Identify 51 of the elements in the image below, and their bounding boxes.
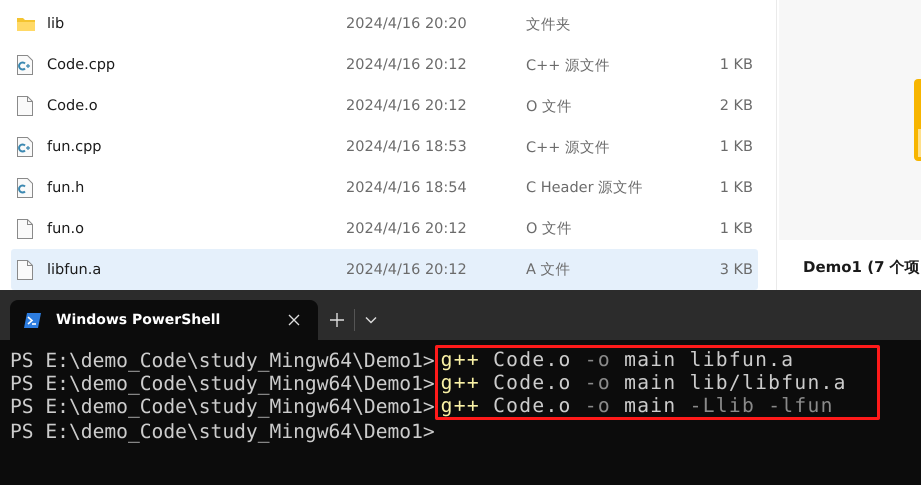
cpp-file-icon	[17, 55, 33, 76]
powershell-icon	[24, 312, 41, 328]
file-icon	[17, 218, 33, 239]
file-date: 2024/4/16 20:20	[346, 16, 468, 32]
file-size: 3 KB	[718, 262, 754, 278]
file-row[interactable]: fun.cpp 2024/4/16 18:53 C++ 源文件 1 KB	[11, 126, 758, 168]
tab-title: Windows PowerShell	[56, 312, 222, 328]
terminal-tab[interactable]: Windows PowerShell	[10, 300, 318, 340]
file-type: 文件夹	[526, 16, 572, 34]
file-date: 2024/4/16 20:12	[346, 57, 468, 74]
cpp-file-icon	[17, 137, 33, 157]
file-type: O 文件	[526, 220, 574, 238]
file-row[interactable]: Code.cpp 2024/4/16 20:12 C++ 源文件 1 KB	[11, 44, 758, 86]
command-text: g++ Code.o -o main -Llib -lfun	[440, 394, 835, 417]
prompt-text: PS E:\demo_Code\study_Mingw64\Demo1>	[10, 395, 435, 418]
file-size: 1 KB	[718, 180, 754, 196]
file-name: fun.o	[47, 220, 85, 237]
prompt-text: PS E:\demo_Code\study_Mingw64\Demo1>	[10, 420, 435, 443]
file-name: libfun.a	[47, 262, 102, 278]
file-row[interactable]: fun.o 2024/4/16 20:12 O 文件 1 KB	[11, 208, 758, 250]
file-icon	[17, 96, 33, 116]
file-name: Code.cpp	[47, 57, 116, 74]
file-name: fun.h	[47, 180, 86, 196]
file-type: O 文件	[526, 98, 574, 116]
command-text: g++ Code.o -o main libfun.a	[440, 348, 796, 371]
file-date: 2024/4/16 18:54	[346, 180, 468, 196]
file-type: A 文件	[526, 261, 572, 280]
file-type: C++ 源文件	[526, 138, 612, 156]
file-size: 1 KB	[718, 220, 754, 237]
folder-title: Demo1 (7 个项	[802, 257, 921, 277]
file-date: 2024/4/16 20:12	[346, 98, 468, 114]
file-date: 2024/4/16 18:53	[346, 139, 468, 155]
file-type: C++ 源文件	[526, 56, 612, 75]
file-date: 2024/4/16 20:12	[346, 220, 468, 237]
command-text: g++ Code.o -o main lib/libfun.a	[440, 371, 847, 394]
prompt-text: PS E:\demo_Code\study_Mingw64\Demo1>	[10, 372, 435, 395]
file-icon	[17, 260, 33, 280]
file-row[interactable]: libfun.a 2024/4/16 20:12 A 文件 3 KB	[11, 249, 758, 290]
file-row[interactable]: fun.h 2024/4/16 18:54 C Header 源文件 1 KB	[11, 167, 758, 208]
prompt-text: PS E:\demo_Code\study_Mingw64\Demo1>	[10, 349, 435, 372]
c-file-icon	[17, 178, 33, 198]
file-size: 1 KB	[718, 57, 754, 74]
file-row[interactable]: Code.o 2024/4/16 20:12 O 文件 2 KB	[11, 86, 758, 127]
file-size: 1 KB	[718, 139, 754, 155]
file-name: fun.cpp	[47, 139, 102, 155]
file-name: Code.o	[47, 98, 99, 114]
file-date: 2024/4/16 20:12	[346, 262, 468, 278]
file-size: 2 KB	[718, 98, 754, 114]
file-row[interactable]: lib 2024/4/16 20:20 文件夹	[11, 4, 758, 45]
file-name: lib	[47, 16, 66, 32]
file-type: C Header 源文件	[526, 179, 644, 198]
